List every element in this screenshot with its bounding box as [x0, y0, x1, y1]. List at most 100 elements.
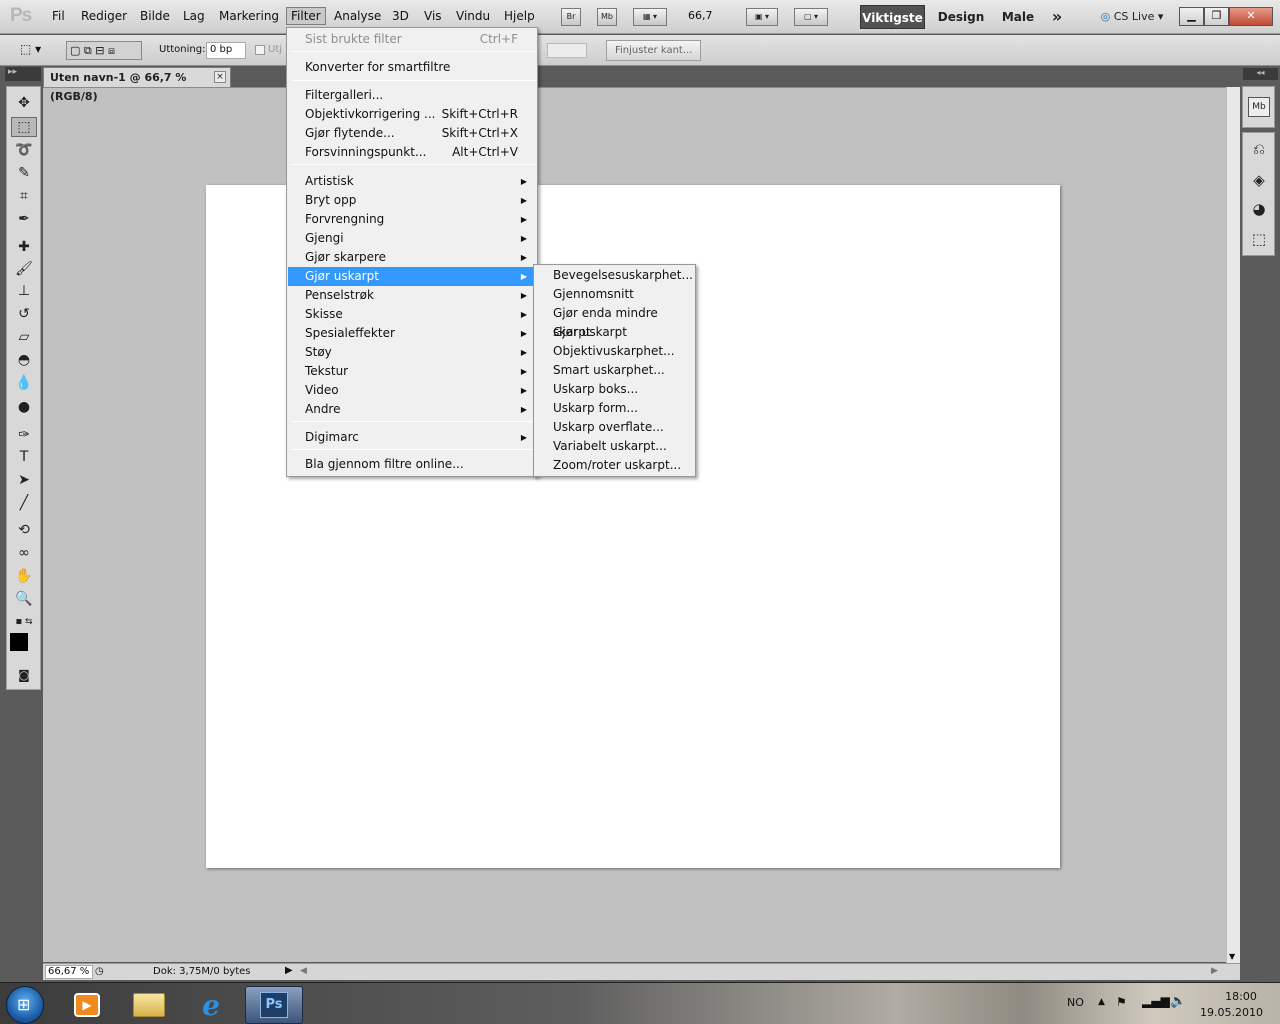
dodge-tool-icon[interactable]: ●: [11, 397, 37, 417]
taskbar-media-player[interactable]: ▶: [58, 986, 116, 1024]
menu-item-texture[interactable]: Tekstur ▶: [288, 362, 536, 381]
action-center-flag-icon[interactable]: ⚑: [1116, 995, 1127, 1009]
menu-window[interactable]: Vindu: [456, 9, 490, 23]
view-extras-button[interactable]: ▦ ▾: [633, 8, 667, 26]
marquee-tool-icon[interactable]: ⬚: [11, 117, 37, 137]
menu-item-sketch[interactable]: Skisse ▶: [288, 305, 536, 324]
submenu-item-shape-blur[interactable]: Uskarp form...: [535, 399, 694, 418]
move-tool-icon[interactable]: ✥: [11, 93, 37, 113]
submenu-item-radial-blur[interactable]: Zoom/roter uskarpt...: [535, 456, 694, 475]
history-brush-tool-icon[interactable]: ↺: [11, 304, 37, 324]
menu-item-vanishing-point[interactable]: Forsvinningspunkt... Alt+Ctrl+V: [288, 143, 536, 162]
eraser-tool-icon[interactable]: ▱: [11, 327, 37, 347]
paint-bucket-tool-icon[interactable]: ◓: [11, 350, 37, 370]
menu-item-noise[interactable]: Støy ▶: [288, 343, 536, 362]
more-workspaces-icon[interactable]: »: [1046, 5, 1068, 29]
height-field[interactable]: [547, 43, 587, 58]
blur-tool-icon[interactable]: 💧: [11, 373, 37, 393]
scroll-left-icon[interactable]: ◀: [300, 966, 307, 976]
show-hidden-icons-icon[interactable]: ▲: [1098, 997, 1105, 1007]
submenu-item-box-blur[interactable]: Uskarp boks...: [535, 380, 694, 399]
taskbar-photoshop[interactable]: Ps: [245, 986, 303, 1024]
submenu-item-smart-blur[interactable]: Smart uskarphet...: [535, 361, 694, 380]
menu-item-pixelate[interactable]: Bryt opp ▶: [288, 191, 536, 210]
menu-item-stylize[interactable]: Spesialeffekter ▶: [288, 324, 536, 343]
menu-item-filter-gallery[interactable]: Filtergalleri...: [288, 86, 536, 105]
submenu-item-motion-blur[interactable]: Bevegelsesuskarphet...: [535, 266, 694, 285]
lasso-tool-icon[interactable]: ➰: [11, 140, 37, 160]
minibridge-panel-button[interactable]: Mb: [1242, 86, 1275, 128]
selection-mode-group[interactable]: ▢ ⧉ ⊟ ⧈: [66, 41, 142, 60]
submenu-item-surface-blur[interactable]: Uskarp overflate...: [535, 418, 694, 437]
restore-button[interactable]: ❐: [1204, 7, 1229, 26]
history-icon[interactable]: ⎌: [1248, 139, 1270, 159]
3d-orbit-tool-icon[interactable]: ∞: [11, 543, 37, 563]
refine-edge-button[interactable]: Finjuster kant...: [606, 40, 702, 61]
menu-item-other[interactable]: Andre ▶: [288, 400, 536, 419]
taskbar-internet-explorer[interactable]: e: [182, 986, 240, 1024]
antialias-checkbox[interactable]: [255, 45, 265, 55]
line-tool-icon[interactable]: ╱: [11, 493, 37, 513]
zoom-level[interactable]: 66,7: [688, 9, 713, 22]
close-button[interactable]: ✕: [1229, 7, 1273, 26]
status-menu-arrow-icon[interactable]: ▶: [285, 965, 293, 976]
tools-panel-header[interactable]: ▸▸: [5, 67, 41, 81]
clock-date[interactable]: 19.05.2010: [1200, 1006, 1263, 1019]
arrange-documents-button[interactable]: ▣ ▾: [746, 8, 778, 26]
workspace-painting[interactable]: Male: [997, 5, 1039, 29]
tool-preset-picker[interactable]: ⬚ ▾: [20, 42, 56, 59]
menu-image[interactable]: Bilde: [140, 9, 170, 23]
zoom-tool-icon[interactable]: 🔍: [11, 589, 37, 609]
menu-layer[interactable]: Lag: [183, 9, 205, 23]
minibridge-button[interactable]: Mb: [597, 8, 617, 26]
menu-item-render[interactable]: Gjengi ▶: [288, 229, 536, 248]
menu-file[interactable]: Fil: [52, 9, 65, 23]
minimize-button[interactable]: ▁: [1179, 7, 1204, 26]
quick-mask-icon[interactable]: ◙: [11, 665, 37, 685]
start-button[interactable]: ⊞: [6, 986, 44, 1024]
3d-rotate-tool-icon[interactable]: ⟲: [11, 520, 37, 540]
scroll-right-icon[interactable]: ▶: [1211, 966, 1218, 976]
hand-tool-icon[interactable]: ✋: [11, 566, 37, 586]
submenu-item-lens-blur[interactable]: Objektivuskarphet...: [535, 342, 694, 361]
feather-input[interactable]: 0 bp: [206, 42, 246, 59]
healing-brush-tool-icon[interactable]: ✚: [11, 237, 37, 257]
menu-item-blur[interactable]: Gjør uskarpt ▶: [288, 267, 536, 286]
menu-item-sharpen[interactable]: Gjør skarpere ▶: [288, 248, 536, 267]
path-selection-tool-icon[interactable]: ➤: [11, 470, 37, 490]
pen-tool-icon[interactable]: ✑: [11, 425, 37, 445]
submenu-item-gaussian-blur[interactable]: Variabelt uskarpt...: [535, 437, 694, 456]
workspace-design[interactable]: Design: [935, 5, 987, 29]
scroll-down-icon[interactable]: ▼: [1229, 952, 1235, 961]
foreground-color-swatch[interactable]: [10, 633, 28, 651]
menu-select[interactable]: Markering: [219, 9, 279, 23]
document-tab[interactable]: Uten navn-1 @ 66,7 % (RGB/8) ×: [43, 67, 231, 103]
submenu-item-blur[interactable]: Gjør uskarpt: [535, 323, 694, 342]
menu-item-browse-filters-online[interactable]: Bla gjennom filtre online...: [288, 455, 536, 474]
language-indicator[interactable]: NO: [1067, 996, 1084, 1009]
clone-stamp-tool-icon[interactable]: ⊥: [11, 281, 37, 301]
channels-icon[interactable]: ◕: [1248, 199, 1270, 219]
menu-item-liquify[interactable]: Gjør flytende... Skift+Ctrl+X: [288, 124, 536, 143]
layers-icon[interactable]: ◈: [1248, 170, 1270, 190]
menu-item-video[interactable]: Video ▶: [288, 381, 536, 400]
cs-live-button[interactable]: ◎ CS Live ▾: [1093, 5, 1171, 29]
menu-item-lens-correction[interactable]: Objektivkorrigering ... Skift+Ctrl+R: [288, 105, 536, 124]
close-tab-icon[interactable]: ×: [214, 71, 226, 83]
submenu-item-average[interactable]: Gjennomsnitt: [535, 285, 694, 304]
vertical-scrollbar[interactable]: ▼: [1226, 87, 1240, 964]
brush-tool-icon[interactable]: 🖌: [11, 259, 37, 279]
menu-item-artistic[interactable]: Artistisk ▶: [288, 172, 536, 191]
volume-icon[interactable]: 🔈: [1170, 994, 1186, 1009]
menu-item-brush-strokes[interactable]: Penselstrøk ▶: [288, 286, 536, 305]
taskbar-explorer[interactable]: [120, 986, 178, 1024]
menu-filter[interactable]: Filter: [286, 7, 326, 25]
panel-dock-header[interactable]: ◂◂: [1243, 68, 1278, 80]
status-info-icon[interactable]: ◷: [95, 966, 104, 977]
crop-tool-icon[interactable]: ⌗: [11, 186, 37, 206]
menu-analysis[interactable]: Analyse: [334, 9, 381, 23]
menu-item-convert-smart-filters[interactable]: Konverter for smartfiltre: [288, 58, 536, 77]
eyedropper-tool-icon[interactable]: ✒: [11, 209, 37, 229]
submenu-item-blur-more[interactable]: Gjør enda mindre skarpt: [535, 304, 694, 339]
quick-selection-tool-icon[interactable]: ✎: [11, 163, 37, 183]
